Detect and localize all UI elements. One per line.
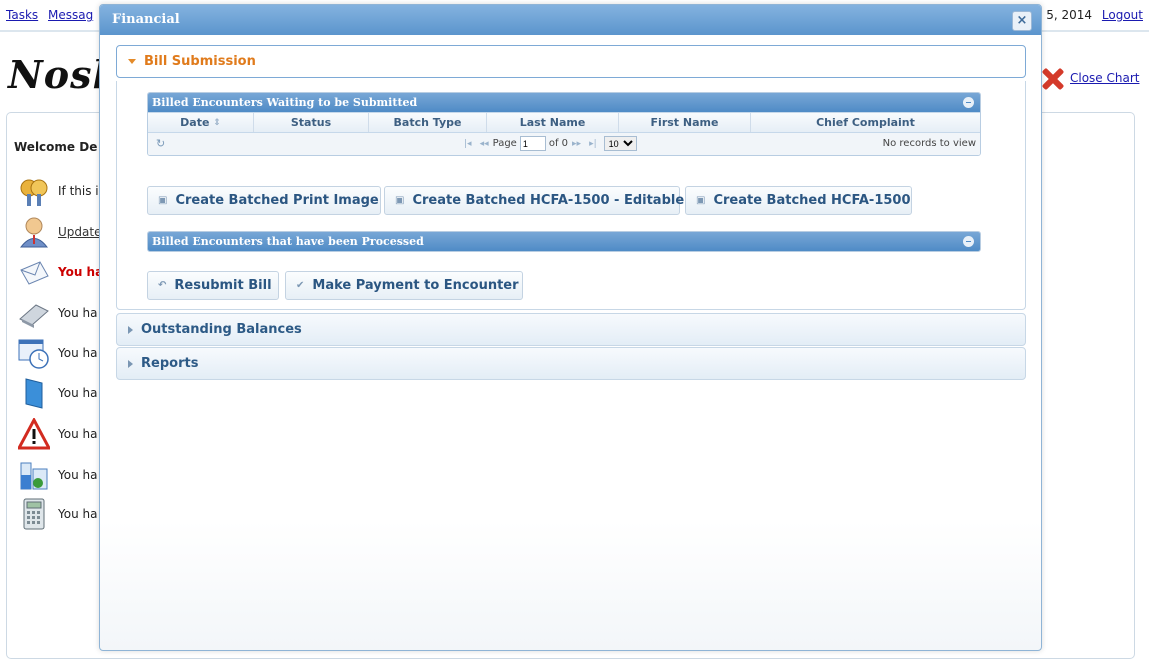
next-page-icon[interactable]: ▸▸ xyxy=(572,139,581,149)
grid-pager: ↻ |◂ ◂◂ Page of 0 ▸▸ ▸| 10 No records to… xyxy=(148,132,980,155)
pager-controls: |◂ ◂◂ Page of 0 ▸▸ ▸| 10 xyxy=(460,136,637,151)
date-text: 5, 2014 xyxy=(1046,8,1093,22)
dashboard-row-text: You ha xyxy=(58,427,98,441)
dashboard-row-text: If this is xyxy=(58,184,105,198)
dashboard-row: If this is xyxy=(18,175,105,207)
close-chart[interactable]: Close Chart xyxy=(1040,66,1139,90)
check-icon: ✔ xyxy=(296,280,305,291)
section-bill-submission[interactable]: Bill Submission xyxy=(116,45,1026,78)
messages-link[interactable]: Messag xyxy=(48,8,93,22)
top-right: 5, 2014 Logout xyxy=(1046,8,1143,22)
book-icon xyxy=(18,377,50,409)
warning-icon xyxy=(16,416,52,450)
print-icon: ▣ xyxy=(395,195,405,206)
scanner-icon xyxy=(18,297,50,329)
welcome-text: Welcome De xyxy=(14,140,98,154)
update-link[interactable]: Update xyxy=(58,225,101,239)
grid-caption-text: Billed Encounters Waiting to be Submitte… xyxy=(152,96,418,109)
user-icon xyxy=(18,216,50,248)
create-batched-print-image-button[interactable]: ▣ Create Batched Print Image xyxy=(147,186,381,215)
dashboard-row: You ha xyxy=(18,459,97,491)
clock-window-icon xyxy=(18,337,50,369)
grid-header-row: Date ⇕ Status Batch Type Last Name First… xyxy=(148,112,980,132)
dashboard-row: You ha xyxy=(16,416,98,450)
calculator-icon xyxy=(18,498,50,530)
dashboard-row-text: You ha xyxy=(58,265,104,279)
rows-per-page-select[interactable]: 10 xyxy=(603,136,637,151)
undo-icon: ↶ xyxy=(158,280,167,291)
make-payment-button[interactable]: ✔ Make Payment to Encounter xyxy=(285,271,523,300)
section-outstanding-balances[interactable]: Outstanding Balances xyxy=(116,313,1026,346)
financial-dialog: Financial × Bill Submission Billed Encou… xyxy=(99,4,1042,651)
section-label: Outstanding Balances xyxy=(141,322,302,337)
grid-caption: Billed Encounters that have been Process… xyxy=(148,232,980,251)
bill-submission-panel: Billed Encounters Waiting to be Submitte… xyxy=(116,81,1026,310)
dashboard-row: You ha xyxy=(18,256,103,288)
caret-right-icon xyxy=(128,359,133,368)
first-page-icon[interactable]: |◂ xyxy=(464,139,472,149)
refresh-icon[interactable]: ↻ xyxy=(156,137,165,150)
grid-caption-text: Billed Encounters that have been Process… xyxy=(152,235,424,248)
create-batched-hcfa-button[interactable]: ▣ Create Batched HCFA-1500 xyxy=(685,186,912,215)
dialog-close-button[interactable]: × xyxy=(1012,11,1032,31)
grid-caption: Billed Encounters Waiting to be Submitte… xyxy=(148,93,980,112)
close-chart-link[interactable]: Close Chart xyxy=(1070,71,1139,85)
caret-down-icon xyxy=(128,59,136,64)
close-chart-icon[interactable] xyxy=(1040,66,1064,90)
col-batch-type[interactable]: Batch Type xyxy=(369,113,487,132)
sort-icon: ⇕ xyxy=(213,117,221,128)
dashboard-row-text: You ha xyxy=(58,346,98,360)
keys-icon xyxy=(18,175,50,207)
tasks-link[interactable]: Tasks xyxy=(6,8,38,22)
section-reports[interactable]: Reports xyxy=(116,347,1026,380)
collapse-grid-icon[interactable] xyxy=(963,97,974,108)
envelope-icon xyxy=(18,256,50,288)
logout-link[interactable]: Logout xyxy=(1102,8,1143,22)
dashboard-row: Update xyxy=(18,216,101,248)
dashboard-row: You ha xyxy=(18,498,97,530)
col-status[interactable]: Status xyxy=(254,113,369,132)
section-label: Reports xyxy=(141,356,199,371)
dashboard-row: You ha xyxy=(18,377,97,409)
lab-icon xyxy=(18,459,50,491)
dashboard-row-text: You ha xyxy=(58,306,98,320)
col-last-name[interactable]: Last Name xyxy=(487,113,619,132)
print-icon: ▣ xyxy=(696,195,706,206)
dashboard-row-text: You ha xyxy=(58,386,98,400)
waiting-grid: Billed Encounters Waiting to be Submitte… xyxy=(147,92,981,156)
dashboard-row: You ha xyxy=(18,297,97,329)
empty-records-text: No records to view xyxy=(882,138,976,149)
dashboard-row-text: You ha xyxy=(58,468,98,482)
dashboard-row: You ha xyxy=(18,337,97,369)
page-input[interactable] xyxy=(519,136,546,151)
collapse-grid-icon[interactable] xyxy=(963,236,974,247)
dashboard-row-text: You ha xyxy=(58,507,98,521)
section-label: Bill Submission xyxy=(144,54,256,69)
last-page-icon[interactable]: ▸| xyxy=(589,139,597,149)
col-first-name[interactable]: First Name xyxy=(619,113,751,132)
processed-grid: Billed Encounters that have been Process… xyxy=(147,231,981,252)
resubmit-bill-button[interactable]: ↶ Resubmit Bill xyxy=(147,271,279,300)
dialog-title: Financial xyxy=(112,12,180,27)
col-chief-complaint[interactable]: Chief Complaint xyxy=(751,113,980,132)
print-icon: ▣ xyxy=(158,195,168,206)
col-date[interactable]: Date ⇕ xyxy=(148,113,254,132)
caret-right-icon xyxy=(128,325,133,334)
prev-page-icon[interactable]: ◂◂ xyxy=(480,139,489,149)
page-count: of 0 xyxy=(548,138,569,149)
create-batched-hcfa-editable-button[interactable]: ▣ Create Batched HCFA-1500 - Editable xyxy=(384,186,684,215)
top-nav: Tasks Messag xyxy=(6,8,99,22)
dialog-titlebar[interactable]: Financial × xyxy=(100,5,1041,35)
page-label: Page xyxy=(492,138,517,149)
